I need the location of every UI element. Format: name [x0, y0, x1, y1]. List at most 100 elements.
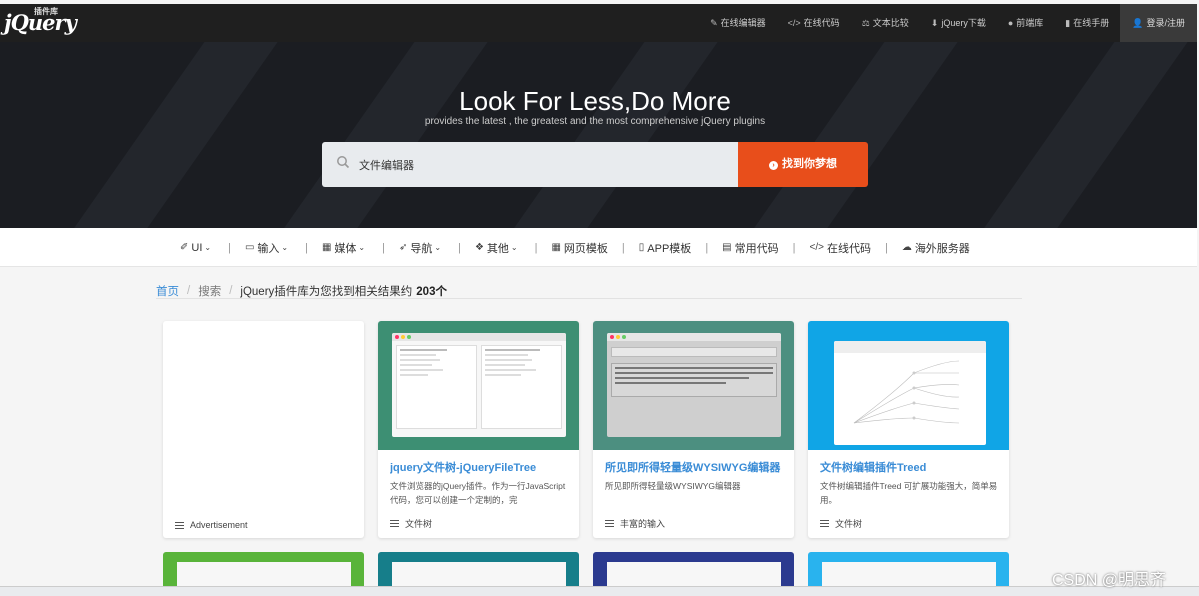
chevron-down-icon: ⌄ [281, 243, 289, 252]
card-title[interactable]: jquery文件树-jQueryFileTree [390, 459, 570, 475]
separator: | [792, 241, 796, 254]
separator: | [621, 241, 625, 254]
file-tree-pane [481, 345, 562, 429]
editor-toolbar [611, 347, 777, 357]
library-icon: ● [1007, 18, 1014, 28]
card-tag[interactable]: 丰富的输入 [605, 517, 665, 530]
window-bar [392, 333, 566, 341]
nav-jquery-download[interactable]: ⬇ jQuery下载 [920, 4, 997, 42]
thumbnail-window [392, 333, 566, 437]
thumbnail-window [607, 333, 781, 437]
card-title[interactable]: 文件树编辑插件Treed [820, 459, 1000, 475]
separator: | [228, 241, 231, 254]
nav-online-editor[interactable]: ✎ 在线编辑器 [699, 4, 777, 42]
list-icon [605, 520, 614, 527]
send-icon: ➶ [398, 242, 408, 253]
preview-body [392, 341, 566, 433]
category-web-templates[interactable]: ▦ 网页模板 [551, 240, 607, 256]
search-button[interactable]: › 找到你梦想 [738, 142, 868, 187]
hero-stripe [914, 42, 1197, 228]
card-tag: Advertisement [175, 520, 248, 530]
os-taskbar [0, 586, 1199, 596]
watermark: CSDN @明思齐 [1052, 572, 1167, 589]
divider [156, 298, 1022, 299]
card-tag[interactable]: 文件树 [390, 517, 432, 530]
nav-frontend-library[interactable]: ● 前端库 [997, 4, 1054, 42]
card-thumbnail[interactable] [378, 321, 579, 450]
chevron-down-icon: ⌄ [434, 243, 442, 252]
keyboard-icon: ▭ [244, 242, 255, 253]
category-bar: ✐ UI ⌄ | ▭ 输入 ⌄ | ▦ 媒体 ⌄ | ➶ 导航 ⌄ | ❖ 其他 ⌄ | ▦ 网页模板… [0, 228, 1197, 267]
chevron-down-icon: ⌄ [204, 243, 212, 252]
mobile-icon: ▯ [638, 242, 645, 253]
card-description: 文件树编辑插件Treed 可扩展功能强大，简单易用。 [820, 481, 998, 505]
list-icon [820, 520, 829, 527]
edit-icon: ✎ [710, 18, 718, 28]
plugin-card[interactable]: 文件树编辑插件Treed 文件树编辑插件Treed 可扩展功能强大，简单易用。 … [808, 321, 1009, 538]
separator: | [382, 241, 385, 254]
chevron-down-icon: ⌄ [358, 243, 366, 252]
nav-text-compare[interactable]: ⚖ 文本比较 [851, 4, 920, 42]
breadcrumb-separator: / [187, 285, 191, 297]
separator: | [534, 241, 538, 254]
logo-subtext: 插件库 [34, 6, 58, 16]
download-icon: ⬇ [930, 18, 939, 28]
nav-online-manual[interactable]: ▮ 在线手册 [1054, 4, 1120, 42]
brush-icon: ✐ [180, 242, 189, 253]
list-icon [390, 520, 399, 527]
card-thumbnail[interactable] [808, 321, 1009, 450]
cloud-icon: ☁ [901, 242, 912, 253]
separator: | [305, 241, 308, 254]
breadcrumb-separator: / [229, 285, 233, 297]
plugin-card[interactable]: 所见即所得轻量级WYSIWYG编辑器 所见即所得轻量级WYSIWYG编辑器 丰富… [593, 321, 794, 538]
result-summary: jQuery插件库为您找到相关结果约 [240, 286, 413, 298]
search-value: 文件编辑器 [359, 160, 414, 172]
list-icon [175, 521, 184, 529]
window-bar [607, 333, 781, 341]
breadcrumb: 首页 / 搜索 / jQuery插件库为您找到相关结果约 203个 [156, 283, 447, 299]
nav-online-code[interactable]: </> 在线代码 [777, 4, 851, 42]
result-count: 203个 [416, 286, 447, 298]
category-app-templates[interactable]: ▯ APP模板 [639, 240, 692, 256]
hero-stripe [444, 42, 736, 228]
chevron-down-icon: ⌄ [510, 243, 518, 252]
breadcrumb-search[interactable]: 搜索 [198, 283, 221, 299]
dropbox-icon: ❖ [474, 242, 484, 253]
hero-stripe [684, 42, 976, 228]
site-logo[interactable]: 插件库 jQuery [4, 6, 77, 35]
card-title[interactable]: 所见即所得轻量级WYSIWYG编辑器 [605, 459, 785, 475]
thumbnail-window [834, 341, 986, 445]
category-input[interactable]: ▭ 输入 ⌄ [245, 240, 291, 256]
book-icon: ▮ [1065, 18, 1071, 28]
code-icon: </> [787, 18, 801, 28]
category-ui[interactable]: ✐ UI ⌄ [180, 242, 214, 254]
category-list: ✐ UI ⌄ | ▭ 输入 ⌄ | ▦ 媒体 ⌄ | ➶ 导航 ⌄ | ❖ 其他 ⌄ | ▦ 网页模板… [180, 228, 970, 267]
category-other[interactable]: ❖ 其他 ⌄ [475, 240, 521, 256]
category-navigation[interactable]: ➶ 导航 ⌄ [399, 240, 444, 256]
editor-body [611, 363, 777, 397]
search-input[interactable]: 文件编辑器 [322, 142, 738, 187]
category-common-code[interactable]: ▤ 常用代码 [722, 240, 778, 256]
film-icon: ▦ [321, 242, 332, 253]
hero-stripe [4, 42, 296, 228]
separator: | [705, 241, 709, 254]
card-tag[interactable]: 文件树 [820, 517, 862, 530]
user-icon: 👤 [1132, 18, 1144, 28]
search-icon [337, 156, 350, 169]
tree-diagram [853, 360, 960, 424]
top-nav-links: ✎ 在线编辑器 </> 在线代码 ⚖ 文本比较 ⬇ jQuery下载 ● 前端库 ▮ 在线手… [699, 4, 1197, 42]
card-description: 文件浏览器的jQuery插件。作为一行JavaScript代码，您可以创建一个定… [390, 481, 566, 505]
hero-banner: Look For Less,Do More provides the lates… [0, 42, 1197, 228]
hero-title: Look For Less,Do More [459, 86, 731, 116]
category-online-code[interactable]: </> 在线代码 [809, 240, 870, 256]
grid-icon: ▦ [551, 242, 561, 253]
category-overseas-server[interactable]: ☁ 海外服务器 [902, 240, 970, 256]
plugin-card[interactable]: jquery文件树-jQueryFileTree 文件浏览器的jQuery插件。… [378, 321, 579, 538]
window-bar [834, 341, 986, 353]
ad-card[interactable]: Advertisement [163, 321, 364, 538]
category-media[interactable]: ▦ 媒体 ⌄ [322, 240, 368, 256]
card-thumbnail[interactable] [593, 321, 794, 450]
login-register-button[interactable]: 👤 登录/注册 [1120, 4, 1197, 42]
breadcrumb-home-link[interactable]: 首页 [156, 283, 179, 299]
separator: | [884, 241, 888, 254]
